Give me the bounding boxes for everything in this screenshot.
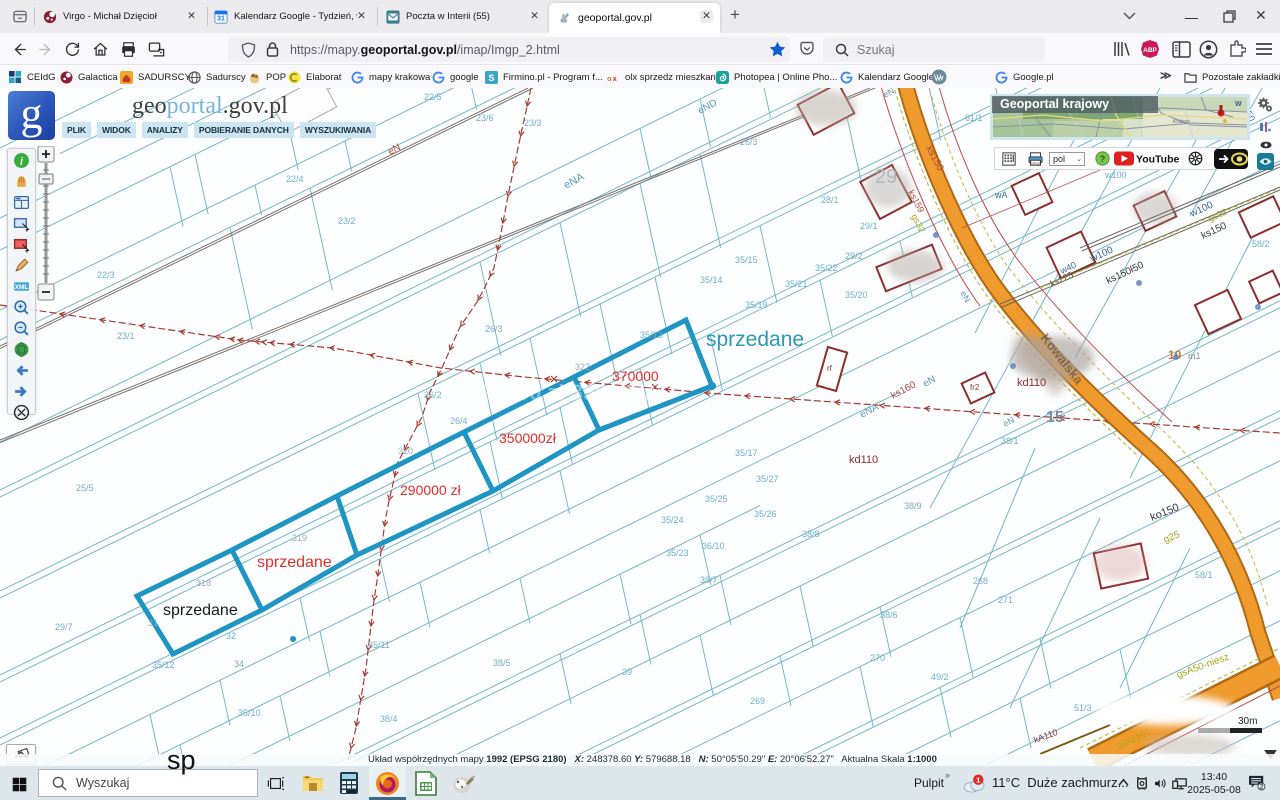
svg-text:51/3: 51/3 bbox=[1074, 703, 1092, 713]
svg-text:61/1: 61/1 bbox=[965, 113, 983, 123]
svg-text:29/2: 29/2 bbox=[845, 251, 863, 261]
svg-text:YouTube: YouTube bbox=[1136, 154, 1180, 166]
svg-text:kd110: kd110 bbox=[1017, 377, 1046, 389]
svg-text:36/10: 36/10 bbox=[702, 541, 725, 551]
svg-text:22/3: 22/3 bbox=[97, 270, 115, 280]
svg-text:58/2: 58/2 bbox=[1252, 239, 1270, 249]
svg-text:38/8: 38/8 bbox=[802, 529, 820, 539]
svg-text:26/3: 26/3 bbox=[485, 324, 503, 334]
svg-text:sprzedane: sprzedane bbox=[257, 554, 332, 571]
svg-text:28/1: 28/1 bbox=[821, 195, 839, 205]
svg-text:35/12: 35/12 bbox=[152, 660, 175, 670]
svg-text:58/1: 58/1 bbox=[1195, 570, 1213, 580]
svg-text:wA: wA bbox=[994, 190, 1008, 200]
svg-text:271: 271 bbox=[998, 595, 1013, 605]
svg-text:35/13: 35/13 bbox=[640, 330, 663, 340]
svg-text:26/2: 26/2 bbox=[424, 390, 442, 400]
svg-text:W: W bbox=[1235, 101, 1242, 108]
svg-text:35/27: 35/27 bbox=[756, 474, 779, 484]
svg-text:268: 268 bbox=[973, 576, 988, 586]
svg-text:38/6: 38/6 bbox=[880, 610, 898, 620]
svg-text:29/1: 29/1 bbox=[860, 221, 878, 231]
svg-text:22/5: 22/5 bbox=[424, 92, 442, 102]
svg-text:35/25: 35/25 bbox=[705, 494, 728, 504]
svg-text:370000: 370000 bbox=[612, 368, 659, 384]
svg-text:30m: 30m bbox=[1238, 716, 1257, 727]
svg-text:49/2: 49/2 bbox=[931, 672, 949, 682]
svg-text:Krakow: Krakow bbox=[1173, 119, 1190, 125]
svg-text:sprzedane: sprzedane bbox=[163, 602, 238, 619]
svg-text:23/3: 23/3 bbox=[524, 118, 542, 128]
svg-text:35/20: 35/20 bbox=[845, 290, 868, 300]
svg-text:35/10: 35/10 bbox=[238, 708, 261, 718]
svg-text:o: o bbox=[607, 74, 612, 83]
svg-text:rf: rf bbox=[827, 364, 833, 373]
svg-text:23/6: 23/6 bbox=[476, 113, 494, 123]
svg-text:S: S bbox=[488, 73, 494, 83]
svg-text:38/5: 38/5 bbox=[493, 658, 511, 668]
svg-text:22/4: 22/4 bbox=[286, 174, 304, 184]
svg-text:31: 31 bbox=[217, 15, 225, 22]
svg-text:sprzedane: sprzedane bbox=[706, 328, 804, 351]
svg-text:269: 269 bbox=[750, 696, 765, 706]
svg-text:26/3: 26/3 bbox=[740, 137, 758, 147]
svg-text:m1: m1 bbox=[1188, 351, 1201, 361]
svg-text:29: 29 bbox=[875, 166, 897, 188]
svg-text:35/14: 35/14 bbox=[700, 275, 723, 285]
svg-text:23/1: 23/1 bbox=[117, 331, 135, 341]
svg-text:26/4: 26/4 bbox=[450, 416, 468, 426]
svg-text:fr2: fr2 bbox=[970, 383, 980, 392]
svg-text:35/22: 35/22 bbox=[815, 263, 838, 273]
svg-text:290000 zł: 290000 zł bbox=[400, 482, 462, 498]
svg-text:15: 15 bbox=[1046, 409, 1064, 426]
svg-text:EPSG: EPSG bbox=[1030, 162, 1040, 166]
svg-text:ABP: ABP bbox=[1143, 47, 1157, 54]
svg-text:38/9: 38/9 bbox=[904, 501, 922, 511]
svg-text:29/7: 29/7 bbox=[55, 622, 73, 632]
svg-text:38/7: 38/7 bbox=[700, 575, 718, 585]
svg-text:31: 31 bbox=[148, 618, 158, 628]
svg-text:35/23: 35/23 bbox=[666, 548, 689, 558]
svg-text:35/15: 35/15 bbox=[735, 255, 758, 265]
svg-text:35/11: 35/11 bbox=[368, 640, 390, 650]
svg-text:35/21: 35/21 bbox=[785, 279, 808, 289]
svg-text:kd110: kd110 bbox=[849, 454, 878, 466]
svg-text:23/2: 23/2 bbox=[338, 216, 356, 226]
svg-text:35/19: 35/19 bbox=[745, 300, 768, 310]
svg-text:XML: XML bbox=[15, 284, 29, 291]
svg-text:322: 322 bbox=[575, 362, 590, 372]
svg-text:320: 320 bbox=[398, 446, 413, 456]
svg-text:318: 318 bbox=[196, 578, 211, 588]
svg-text:25/5: 25/5 bbox=[76, 483, 94, 493]
svg-text:350000zł: 350000zł bbox=[499, 430, 557, 446]
svg-text:39: 39 bbox=[622, 667, 632, 677]
svg-text:319: 319 bbox=[292, 533, 307, 543]
svg-text:35/17: 35/17 bbox=[735, 448, 758, 458]
svg-text:35/26: 35/26 bbox=[754, 509, 777, 519]
svg-text:?: ? bbox=[1100, 154, 1106, 164]
svg-text:x: x bbox=[613, 74, 618, 83]
svg-text:35/24: 35/24 bbox=[661, 515, 684, 525]
svg-text:32: 32 bbox=[226, 631, 236, 641]
svg-text:38/4: 38/4 bbox=[380, 714, 398, 724]
svg-text:w100: w100 bbox=[1104, 170, 1127, 180]
svg-text:34: 34 bbox=[234, 659, 244, 669]
svg-text:38/1: 38/1 bbox=[1001, 436, 1019, 446]
svg-text:270: 270 bbox=[870, 653, 885, 663]
svg-text:2: 2 bbox=[1259, 783, 1263, 791]
